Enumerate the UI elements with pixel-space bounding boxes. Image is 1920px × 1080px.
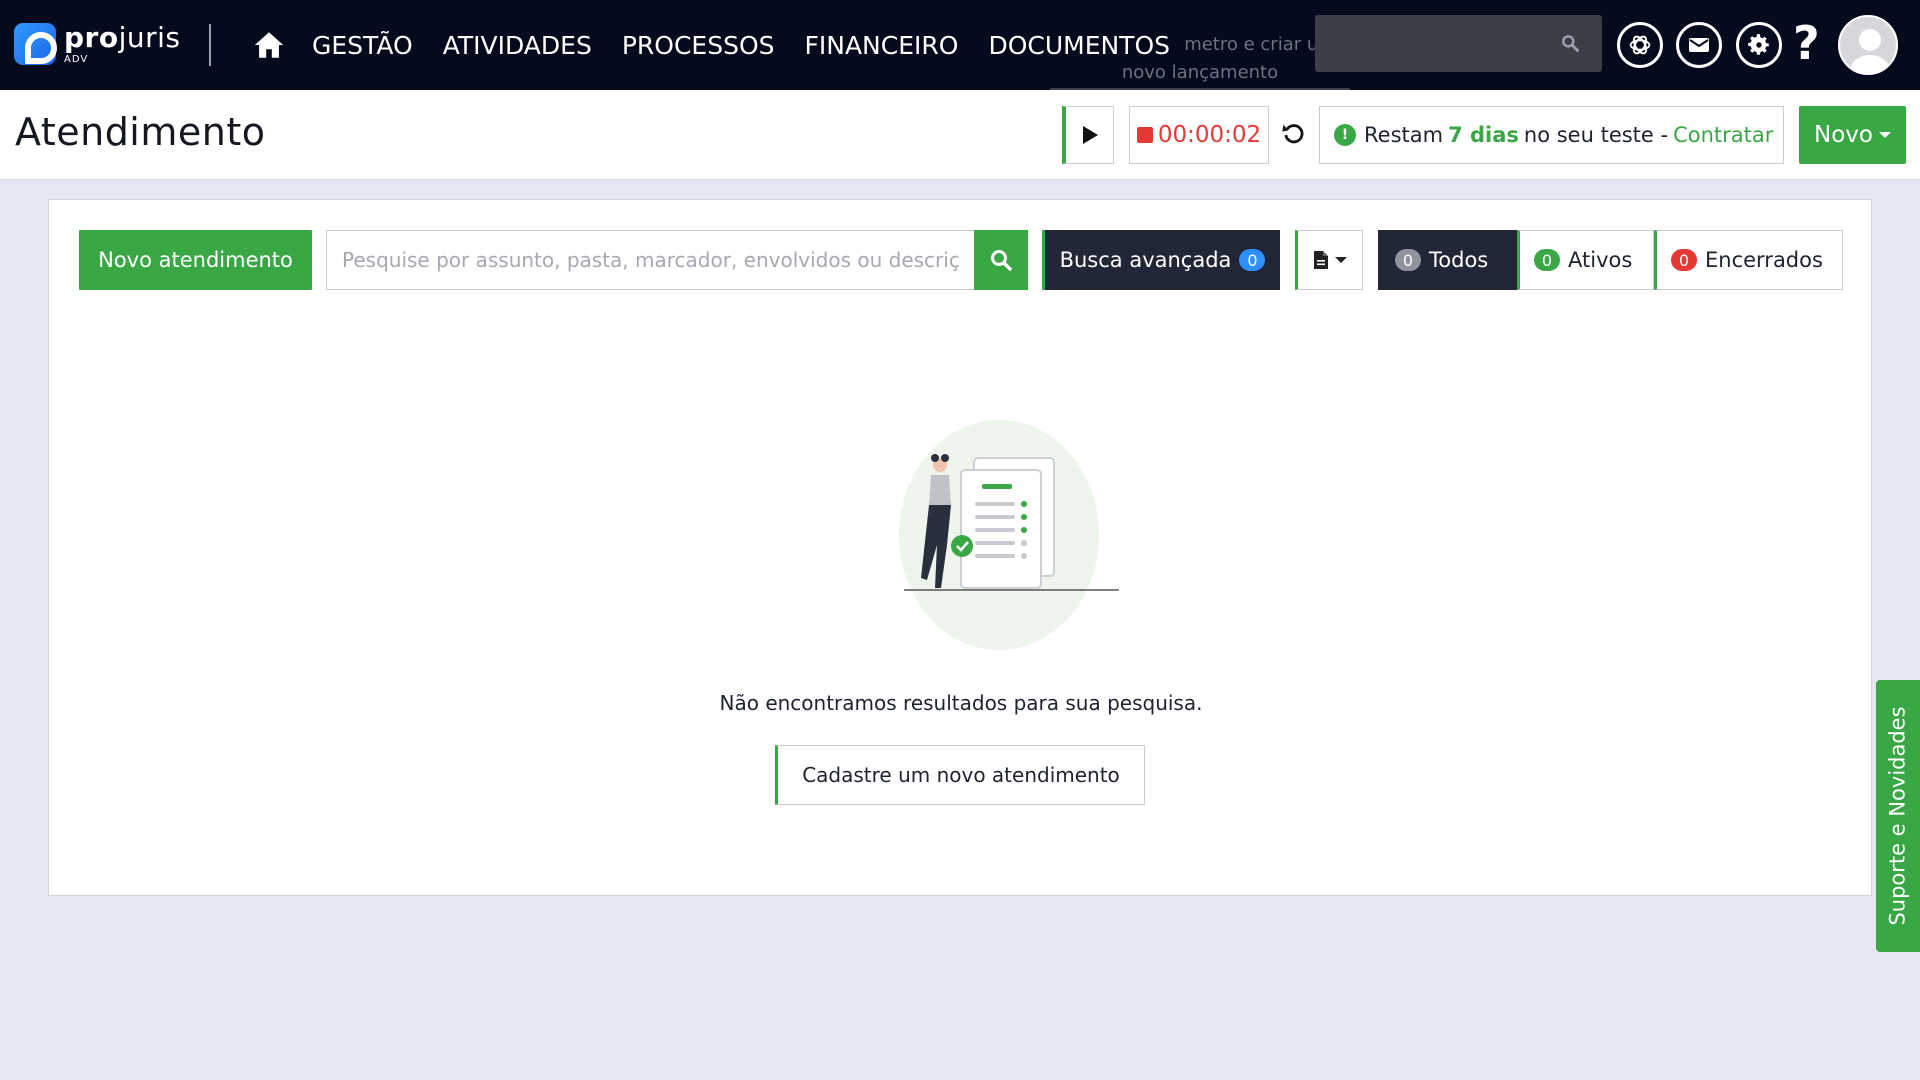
- caret-down-icon: [1335, 257, 1347, 263]
- timer-value: 00:00:02: [1157, 122, 1262, 148]
- nav-item-atividades[interactable]: ATIVIDADES: [443, 31, 592, 60]
- gear-icon[interactable]: [1736, 22, 1782, 68]
- search-button[interactable]: [974, 230, 1028, 290]
- page-title: Atendimento: [15, 110, 266, 154]
- search-input[interactable]: [326, 230, 976, 290]
- advanced-search-button[interactable]: Busca avançada 0: [1042, 230, 1280, 290]
- support-news-tab[interactable]: Suporte e Novidades: [1876, 680, 1920, 952]
- trial-banner: ! Restam 7 dias no seu teste - Contratar: [1319, 106, 1784, 164]
- timer-play-button[interactable]: [1062, 106, 1114, 164]
- document-icon: [1314, 251, 1328, 269]
- trial-days: 7 dias: [1448, 123, 1519, 147]
- content-card: Novo atendimento Busca avançada 0 0 Todo…: [48, 199, 1872, 896]
- warning-icon: !: [1334, 124, 1356, 146]
- nav-item-processos[interactable]: PROCESSOS: [622, 31, 775, 60]
- filter-encerrados[interactable]: 0 Encerrados: [1654, 230, 1843, 290]
- logo-icon: [14, 23, 57, 65]
- new-button-label: Novo: [1814, 122, 1873, 148]
- filter-label: Todos: [1429, 248, 1489, 272]
- trial-prefix: Restam: [1364, 123, 1444, 147]
- chatgpt-icon[interactable]: [1617, 22, 1663, 68]
- new-attendance-button[interactable]: Novo atendimento: [79, 230, 312, 290]
- logo-name-light: juris: [118, 20, 181, 54]
- advanced-count-badge: 0: [1239, 249, 1266, 271]
- trial-suffix: no seu teste -: [1523, 123, 1669, 147]
- search-icon: [991, 250, 1012, 271]
- nav-item-financeiro[interactable]: FINANCEIRO: [805, 31, 959, 60]
- tooltip-line-2: novo lançamento: [1121, 62, 1279, 83]
- nav-divider: [209, 24, 211, 66]
- stop-icon: [1136, 127, 1153, 143]
- nav-item-gestao[interactable]: GESTÃO: [312, 31, 413, 60]
- global-search-box[interactable]: [1315, 15, 1602, 72]
- empty-state-message: Não encontramos resultados para sua pesq…: [719, 691, 1203, 715]
- mail-icon[interactable]: [1676, 22, 1722, 68]
- export-dropdown-button[interactable]: [1295, 230, 1363, 290]
- logo-name-bold: pro: [64, 20, 119, 54]
- new-dropdown-button[interactable]: Novo: [1799, 106, 1906, 164]
- filter-label: Encerrados: [1705, 248, 1823, 272]
- filter-ativos[interactable]: 0 Ativos: [1517, 230, 1654, 290]
- page-header: Atendimento 00:00:02 ! Restam 7 dias no …: [0, 90, 1920, 180]
- search-icon: [1560, 33, 1580, 53]
- caret-down-icon: [1878, 132, 1891, 138]
- support-news-label: Suporte e Novidades: [1886, 706, 1910, 926]
- filter-todos[interactable]: 0 Todos: [1378, 230, 1517, 290]
- tooltip-line-1: metro e criar um: [1184, 34, 1336, 55]
- count-badge: 0: [1671, 249, 1697, 271]
- timer-tooltip: metro e criar um: [1050, 30, 1350, 60]
- count-badge: 0: [1534, 249, 1560, 271]
- status-filter-group: 0 Todos 0 Ativos 0 Encerrados: [1378, 230, 1843, 290]
- play-icon: [1082, 126, 1098, 144]
- logo-subtitle: ADV: [64, 53, 89, 65]
- help-icon[interactable]: ?: [1793, 20, 1820, 66]
- home-icon[interactable]: [252, 28, 286, 62]
- timer-display[interactable]: 00:00:02: [1129, 106, 1269, 164]
- count-badge: 0: [1395, 249, 1421, 271]
- advanced-search-label: Busca avançada: [1059, 248, 1232, 272]
- empty-state-illustration: [849, 420, 1149, 660]
- create-attendance-button[interactable]: Cadastre um novo atendimento: [775, 745, 1145, 805]
- reset-timer-icon[interactable]: [1280, 120, 1308, 148]
- top-navbar: projuris ADV GESTÃO ATIVIDADES PROCESSOS…: [0, 0, 1920, 90]
- projuris-logo[interactable]: projuris ADV: [14, 23, 181, 65]
- filter-label: Ativos: [1568, 248, 1633, 272]
- contratar-link[interactable]: Contratar: [1673, 123, 1773, 147]
- avatar[interactable]: [1838, 15, 1898, 75]
